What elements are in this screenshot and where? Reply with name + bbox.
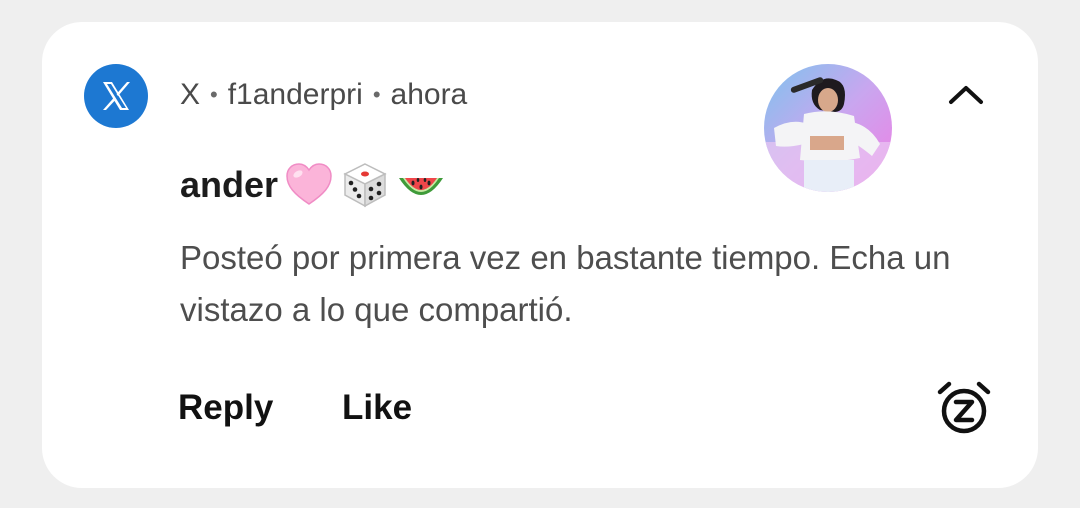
- like-button[interactable]: Like: [342, 388, 412, 428]
- collapse-button[interactable]: [940, 72, 992, 116]
- account-name: f1anderpri: [227, 78, 363, 111]
- pink-heart-icon: [284, 160, 334, 210]
- notification-body: Posteó por primera vez en bastante tiemp…: [180, 239, 951, 328]
- notification-title: ander: [180, 164, 279, 205]
- separator-dot: •: [372, 82, 381, 107]
- x-logo-icon: [84, 64, 148, 128]
- notification-card[interactable]: X • f1anderpri • ahora ander Posteó por …: [42, 22, 1038, 488]
- notification-header: X • f1anderpri • ahora: [180, 78, 467, 112]
- chevron-up-icon: [949, 86, 983, 104]
- snooze-button[interactable]: [936, 380, 992, 436]
- notification-title-row: ander: [180, 160, 446, 210]
- app-name: X: [180, 78, 201, 111]
- timestamp: ahora: [390, 78, 468, 111]
- dice-icon: [340, 160, 390, 210]
- watermelon-icon: [396, 160, 446, 210]
- snooze-alarm-icon: [937, 381, 991, 434]
- avatar: [764, 64, 892, 192]
- reply-button[interactable]: Reply: [178, 388, 273, 428]
- separator-dot: •: [210, 82, 218, 107]
